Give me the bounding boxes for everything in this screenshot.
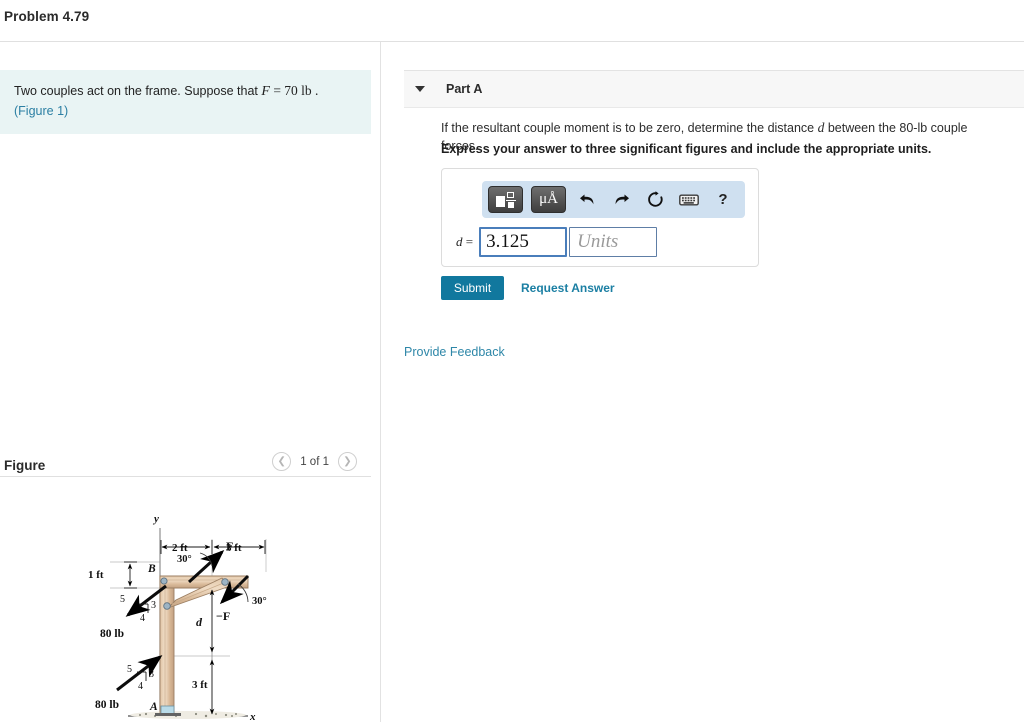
figure-label-2ft: 2 ft xyxy=(172,542,188,554)
figure-label-load-bottom: 80 lb xyxy=(95,699,119,711)
chevron-left-icon: ❮ xyxy=(277,455,286,467)
figure-label-axis-y: y xyxy=(152,513,159,525)
figure-label-force-neg-F: −F xyxy=(216,609,230,623)
figure-label-slope-5-bottom: 5 xyxy=(127,664,132,675)
statement-text-lead: Two couples act on the frame. Suppose th… xyxy=(14,84,262,98)
figure-label-force-F: F xyxy=(226,539,233,553)
figure-counter: 1 of 1 xyxy=(300,455,329,468)
figure-label-3ft-bottom: 3 ft xyxy=(192,679,208,691)
figure-label-angle-top: 30° xyxy=(177,554,192,565)
provide-feedback-link[interactable]: Provide Feedback xyxy=(404,345,505,359)
figure-label-slope-4-top: 4 xyxy=(140,613,145,624)
undo-icon[interactable] xyxy=(574,187,600,213)
figure-image[interactable]: y x 2 ft 3 ft 1 ft d 3 ft F 30° −F 30° 5… xyxy=(0,484,380,722)
request-answer-link[interactable]: Request Answer xyxy=(521,281,615,295)
part-a-header[interactable]: Part A xyxy=(404,70,1024,108)
figure-label-slope-3-bottom: 3 xyxy=(149,669,154,680)
answer-field-row: d = xyxy=(456,227,658,257)
answer-units-input[interactable] xyxy=(569,227,658,257)
problem-page: Problem 4.79 Two couples act on the fram… xyxy=(0,0,1024,722)
figure-label-d: d xyxy=(196,615,203,629)
part-a-title: Part A xyxy=(446,82,483,96)
figure-label-angle-right: 30° xyxy=(252,596,267,607)
figure-label-slope-4-bottom: 4 xyxy=(138,681,143,692)
caret-down-icon[interactable] xyxy=(415,86,425,92)
answer-value-input[interactable] xyxy=(479,227,568,257)
chevron-right-icon: ❯ xyxy=(343,455,352,467)
statement-value: = 70 lb . xyxy=(269,83,319,98)
reset-icon[interactable] xyxy=(642,187,668,213)
figure-next-button[interactable]: ❯ xyxy=(338,452,357,471)
figure-label-axis-x: x xyxy=(249,711,256,722)
keyboard-icon[interactable] xyxy=(676,187,702,213)
figure-label-point-B: B xyxy=(147,563,156,575)
redo-icon[interactable] xyxy=(608,187,634,213)
figure-heading: Figure xyxy=(4,458,46,473)
page-title: Problem 4.79 xyxy=(4,9,90,24)
figure-navigation: ❮ 1 of 1 ❯ xyxy=(272,452,357,471)
prompt-text-before: If the resultant couple moment is to be … xyxy=(441,121,818,135)
submit-button[interactable]: Submit xyxy=(441,276,504,300)
figure-label-slope-5-top: 5 xyxy=(120,594,125,605)
frame-diagram-svg: y x 2 ft 3 ft 1 ft d 3 ft F 30° −F 30° 5… xyxy=(88,513,267,722)
figure-label-point-A: A xyxy=(149,701,158,713)
figure-header: Figure ❮ 1 of 1 ❯ xyxy=(0,450,371,488)
units-button[interactable]: μÅ xyxy=(531,186,566,213)
left-panel: Two couples act on the frame. Suppose th… xyxy=(0,42,380,722)
column-divider xyxy=(380,42,381,722)
figure-divider xyxy=(0,476,371,477)
figure-1-link[interactable]: (Figure 1) xyxy=(14,104,68,118)
figure-label-1ft: 1 ft xyxy=(88,569,104,581)
answer-variable-label: d = xyxy=(456,234,474,249)
figure-label-load-top: 80 lb xyxy=(100,628,124,640)
help-button[interactable]: ? xyxy=(710,187,736,213)
problem-statement: Two couples act on the frame. Suppose th… xyxy=(0,70,371,135)
figure-label-slope-3-top: 3 xyxy=(151,600,156,611)
math-toolbar: μÅ ? xyxy=(482,181,745,218)
answer-input-panel: μÅ ? d = 3.125 Units xyxy=(441,168,759,267)
figure-prev-button[interactable]: ❮ xyxy=(272,452,292,471)
statement-variable-F: F xyxy=(261,84,270,99)
part-a-instruction: Express your answer to three significant… xyxy=(441,142,932,156)
math-template-icon[interactable] xyxy=(488,186,523,213)
units-button-label: μÅ xyxy=(539,191,558,207)
